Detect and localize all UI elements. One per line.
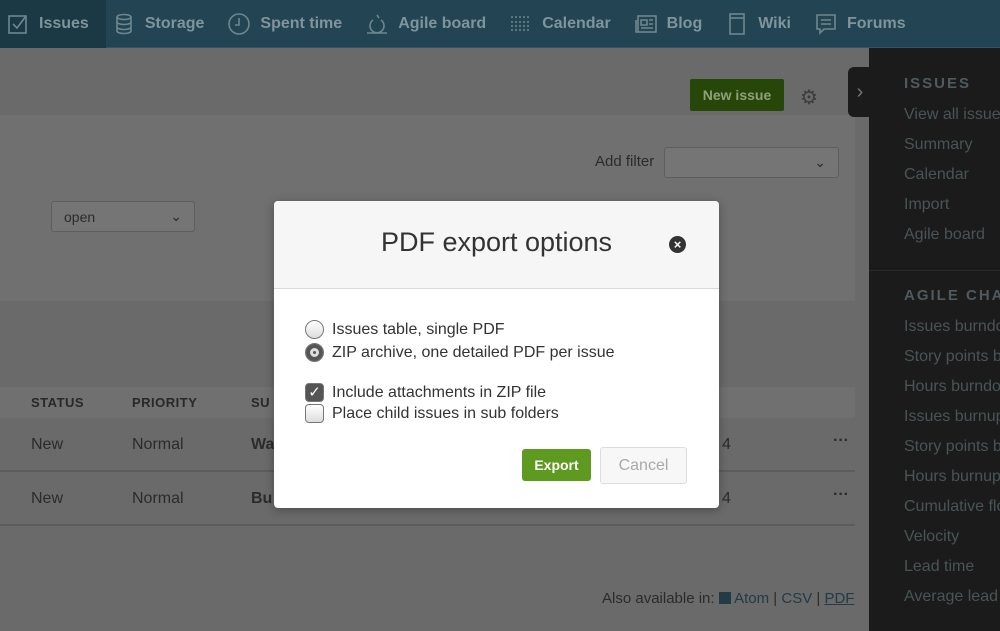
sidebar-link[interactable]: Hours burndown: [904, 372, 1000, 402]
book-icon: [729, 13, 746, 35]
sidebar-link[interactable]: Story points burndown: [904, 342, 1000, 372]
export-links: Also available in: Atom | CSV | PDF: [602, 590, 855, 607]
sidebar-link[interactable]: Lead time: [904, 552, 1000, 582]
calendar-icon: [511, 16, 532, 31]
sidebar-link[interactable]: Cumulative flow: [904, 492, 1000, 522]
option-issues-table[interactable]: Issues table, single PDF: [305, 320, 505, 339]
chevron-down-icon: ⌄: [170, 208, 182, 224]
close-icon[interactable]: ×: [669, 236, 686, 253]
divider: [869, 270, 1000, 271]
sidebar-heading: ISSUES: [904, 75, 972, 92]
pdf-export-dialog: PDF export options × Issues table, singl…: [274, 201, 719, 508]
atom-link[interactable]: Atom: [718, 590, 769, 607]
sidebar-link[interactable]: View all issues: [904, 100, 1000, 130]
nav-storage[interactable]: Storage: [106, 0, 222, 48]
column-subject[interactable]: SU: [251, 395, 270, 410]
option-zip-archive[interactable]: ZIP archive, one detailed PDF per issue: [305, 343, 615, 362]
sidebar-link[interactable]: Average lead time: [904, 582, 1000, 612]
sidebar-link[interactable]: Agile board: [904, 220, 1000, 250]
nav-spent-time[interactable]: Spent time: [221, 0, 359, 48]
pdf-link[interactable]: PDF: [824, 590, 854, 607]
chevron-down-icon: ⌄: [814, 154, 826, 170]
radio-button[interactable]: [305, 343, 324, 362]
clock-icon: [228, 13, 251, 35]
new-issue-button[interactable]: New issue: [690, 79, 784, 111]
sidebar-link[interactable]: Calendar: [904, 160, 1000, 190]
column-priority[interactable]: PRIORITY: [132, 395, 197, 410]
chevron-right-icon: ›: [856, 80, 864, 103]
database-icon: [116, 13, 132, 35]
more-actions-icon[interactable]: ···: [833, 432, 849, 450]
nav-blog[interactable]: Blog: [628, 0, 720, 48]
add-filter-select[interactable]: ⌄: [664, 147, 839, 178]
radio-button[interactable]: [305, 320, 324, 339]
sidebar-link[interactable]: Issues burndown: [904, 312, 1000, 342]
chat-icon: [816, 14, 836, 35]
sidebar: ISSUES View all issues Summary Calendar Imp…: [869, 48, 1000, 631]
add-filter-label: Add filter: [595, 153, 655, 170]
gear-icon[interactable]: ⚙: [800, 85, 818, 110]
checkbox-icon: [8, 15, 27, 34]
option-child-subfolders[interactable]: Place child issues in sub folders: [305, 404, 559, 423]
nav-forums[interactable]: Forums: [808, 0, 923, 48]
nav-agile-board[interactable]: Agile board: [359, 0, 503, 48]
sidebar-link[interactable]: Velocity: [904, 522, 1000, 552]
agile-icon: [367, 14, 388, 34]
nav-wiki[interactable]: Wiki: [719, 0, 808, 48]
sidebar-link[interactable]: Hours burnup: [904, 462, 1000, 492]
status-operator-select[interactable]: open ⌄: [51, 201, 195, 232]
checkbox[interactable]: ✓: [305, 383, 324, 402]
nav-calendar[interactable]: Calendar: [503, 0, 627, 48]
column-status[interactable]: STATUS: [31, 395, 84, 410]
nav-issues[interactable]: Issues: [0, 0, 106, 48]
sidebar-link[interactable]: Import: [904, 190, 1000, 220]
dialog-title: PDF export options: [380, 227, 613, 257]
newspaper-icon: [634, 15, 657, 33]
top-nav: Issues Storage Spent time Agile board Ca…: [0, 0, 1000, 48]
rss-icon: [718, 592, 731, 604]
sidebar-link[interactable]: Story points burnup: [904, 432, 1000, 462]
dialog-header: PDF export options ×: [274, 201, 719, 289]
sidebar-heading: AGILE CHARTS: [904, 287, 1000, 304]
export-button[interactable]: Export: [522, 449, 591, 481]
sidebar-link[interactable]: Issues burnup: [904, 402, 1000, 432]
cancel-button[interactable]: Cancel: [600, 447, 687, 484]
more-actions-icon[interactable]: ···: [833, 486, 849, 504]
sidebar-link[interactable]: Summary: [904, 130, 1000, 160]
option-include-attachments[interactable]: ✓ Include attachments in ZIP file: [305, 383, 546, 402]
checkbox[interactable]: [305, 404, 324, 423]
csv-link[interactable]: CSV: [781, 590, 812, 607]
